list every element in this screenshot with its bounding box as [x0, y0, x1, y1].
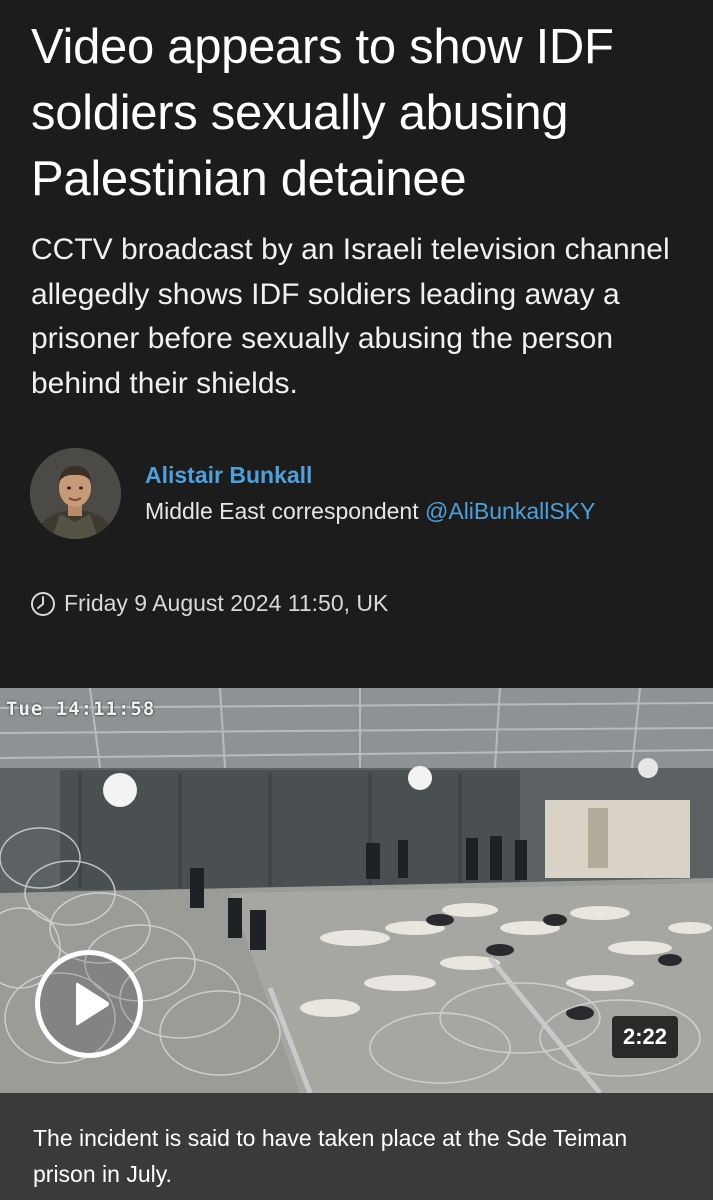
author-name-link[interactable]: Alistair Bunkall: [145, 462, 312, 489]
publish-date-text: Friday 9 August 2024 11:50, UK: [64, 590, 389, 616]
author-avatar[interactable]: [30, 448, 121, 539]
clock-icon: [30, 591, 56, 617]
author-role: Middle East correspondent @AliBunkallSKY: [145, 498, 595, 525]
video-caption: The incident is said to have taken place…: [33, 1125, 628, 1187]
publish-date: Friday 9 August 2024 11:50, UK: [30, 590, 388, 617]
play-button[interactable]: [35, 950, 143, 1058]
author-byline: Alistair Bunkall Middle East corresponde…: [30, 448, 690, 540]
article-standfirst: CCTV broadcast by an Israeli television …: [31, 233, 670, 400]
play-icon: [76, 982, 109, 1026]
cctv-timestamp-overlay: Tue 14:11:58: [6, 698, 156, 720]
author-twitter-handle[interactable]: @AliBunkallSKY: [425, 498, 595, 524]
author-title: Middle East correspondent: [145, 498, 419, 524]
article-headline: Video appears to show IDF soldiers sexua…: [31, 20, 614, 206]
video-duration-badge: 2:22: [612, 1016, 678, 1058]
